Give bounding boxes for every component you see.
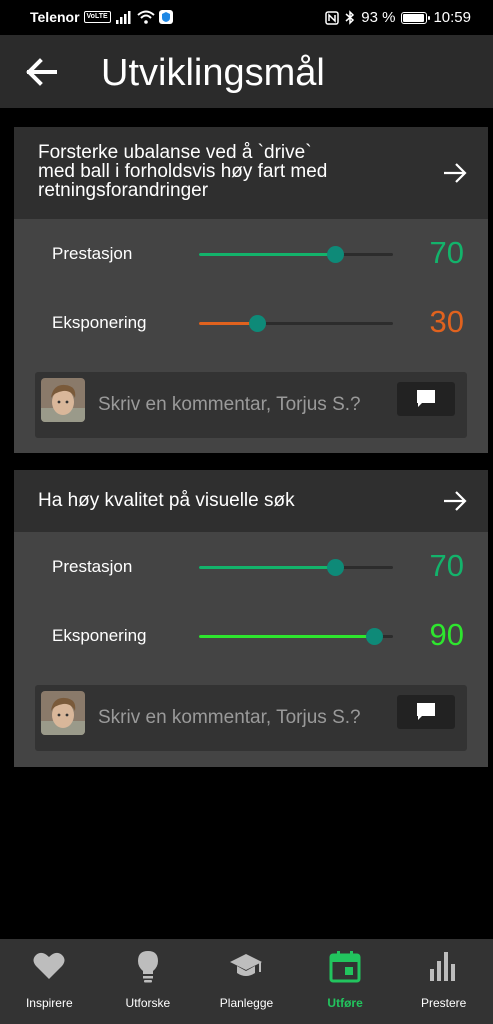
- clock: 10:59: [433, 9, 471, 26]
- goal-title: Forsterke ubalanse ved å `drive` med bal…: [38, 143, 327, 200]
- comment-input[interactable]: Skriv en kommentar, Torjus S.?: [35, 685, 467, 751]
- slider-label: Prestasjon: [52, 557, 133, 576]
- nav-item-utfore[interactable]: Utføre: [296, 939, 395, 1024]
- goal-title-line: Forsterke ubalanse ved å `drive`: [38, 142, 312, 163]
- slider-value: 30: [429, 304, 464, 339]
- status-bar: Telenor VoLTE 93 % 10:59: [0, 0, 493, 35]
- nav-item-planlegge[interactable]: Planlegge: [197, 939, 296, 1024]
- arrow-left-icon: [26, 58, 57, 86]
- eksponering-slider[interactable]: [199, 628, 393, 645]
- goal-card: Ha høy kvalitet på visuelle søk Prestasj…: [14, 470, 488, 767]
- bottom-navigation: Inspirere Utforske Planlegge Utføre Pres…: [0, 939, 493, 1024]
- goal-title-line: Ha høy kvalitet på visuelle søk: [38, 490, 295, 511]
- slider-label: Eksponering: [52, 313, 147, 332]
- goal-card-header[interactable]: Ha høy kvalitet på visuelle søk: [14, 470, 488, 532]
- status-right: 93 % 10:59: [325, 9, 471, 26]
- battery-level: [403, 13, 424, 22]
- nav-label: Utforske: [125, 996, 171, 1010]
- comment-button[interactable]: [397, 382, 455, 416]
- goal-title-line: retningsforandringer: [38, 180, 209, 201]
- goal-card: Forsterke ubalanse ved å `drive` med bal…: [14, 127, 488, 453]
- prestasjon-slider-row: Prestasjon 70: [14, 234, 488, 274]
- slider-thumb[interactable]: [249, 315, 267, 332]
- slider-fill: [199, 635, 374, 638]
- arrow-right-icon[interactable]: [442, 160, 468, 186]
- nav-item-prestere[interactable]: Prestere: [394, 939, 493, 1024]
- battery-icon: [401, 11, 431, 24]
- comment-input[interactable]: Skriv en kommentar, Torjus S.?: [35, 372, 467, 438]
- prestasjon-slider[interactable]: [199, 559, 393, 576]
- slider-value: 90: [429, 617, 464, 652]
- goal-card-header[interactable]: Forsterke ubalanse ved å `drive` med bal…: [14, 127, 488, 219]
- avatar: [41, 691, 85, 735]
- nav-item-inspirere[interactable]: Inspirere: [0, 939, 99, 1024]
- slider-fill: [199, 253, 335, 256]
- eksponering-slider[interactable]: [199, 315, 393, 332]
- comment-icon: [417, 390, 435, 407]
- shield-icon: [158, 10, 173, 24]
- bar-chart-icon: [429, 952, 455, 981]
- wifi-icon: [137, 10, 155, 24]
- slider-thumb[interactable]: [365, 628, 383, 645]
- graduation-cap-icon: [230, 954, 263, 976]
- calendar-icon: [329, 951, 361, 983]
- nav-label: Utføre: [327, 996, 363, 1010]
- nav-label: Planlegge: [219, 996, 274, 1010]
- battery-percent: 93 %: [361, 9, 396, 26]
- slider-label: Eksponering: [52, 626, 147, 645]
- slider-thumb[interactable]: [326, 246, 344, 263]
- nav-item-utforske[interactable]: Utforske: [99, 939, 198, 1024]
- prestasjon-slider[interactable]: [199, 246, 393, 263]
- comment-icon: [417, 703, 435, 720]
- comment-button[interactable]: [397, 695, 455, 729]
- goal-title-line: med ball i forholdsvis høy fart med: [38, 161, 328, 182]
- avatar: [41, 378, 85, 422]
- goal-title: Ha høy kvalitet på visuelle søk: [38, 491, 295, 510]
- slider-value: 70: [429, 235, 464, 270]
- slider-value: 70: [429, 548, 464, 583]
- prestasjon-slider-row: Prestasjon 70: [14, 547, 488, 587]
- slider-label: Prestasjon: [52, 244, 133, 263]
- page-title: Utviklingsmål: [101, 52, 325, 94]
- comment-placeholder: Skriv en kommentar, Torjus S.?: [98, 394, 361, 415]
- arrow-right-icon[interactable]: [442, 488, 468, 514]
- nav-label: Inspirere: [25, 996, 73, 1010]
- volte-badge: VoLTE: [83, 11, 111, 23]
- app-bar: Utviklingsmål: [0, 35, 493, 108]
- lightbulb-icon: [137, 951, 158, 983]
- eksponering-slider-row: Eksponering 90: [14, 616, 488, 656]
- signal-icon: [115, 11, 131, 24]
- back-button[interactable]: [22, 53, 60, 91]
- bluetooth-icon: [345, 10, 355, 25]
- nfc-icon: [325, 10, 339, 25]
- slider-thumb[interactable]: [326, 559, 344, 576]
- nav-label: Prestere: [420, 996, 467, 1010]
- comment-placeholder: Skriv en kommentar, Torjus S.?: [98, 707, 361, 728]
- status-left: Telenor VoLTE: [30, 9, 173, 25]
- heart-icon: [33, 952, 65, 979]
- eksponering-slider-row: Eksponering 30: [14, 303, 488, 343]
- carrier-name: Telenor: [30, 9, 80, 25]
- slider-fill: [199, 566, 335, 569]
